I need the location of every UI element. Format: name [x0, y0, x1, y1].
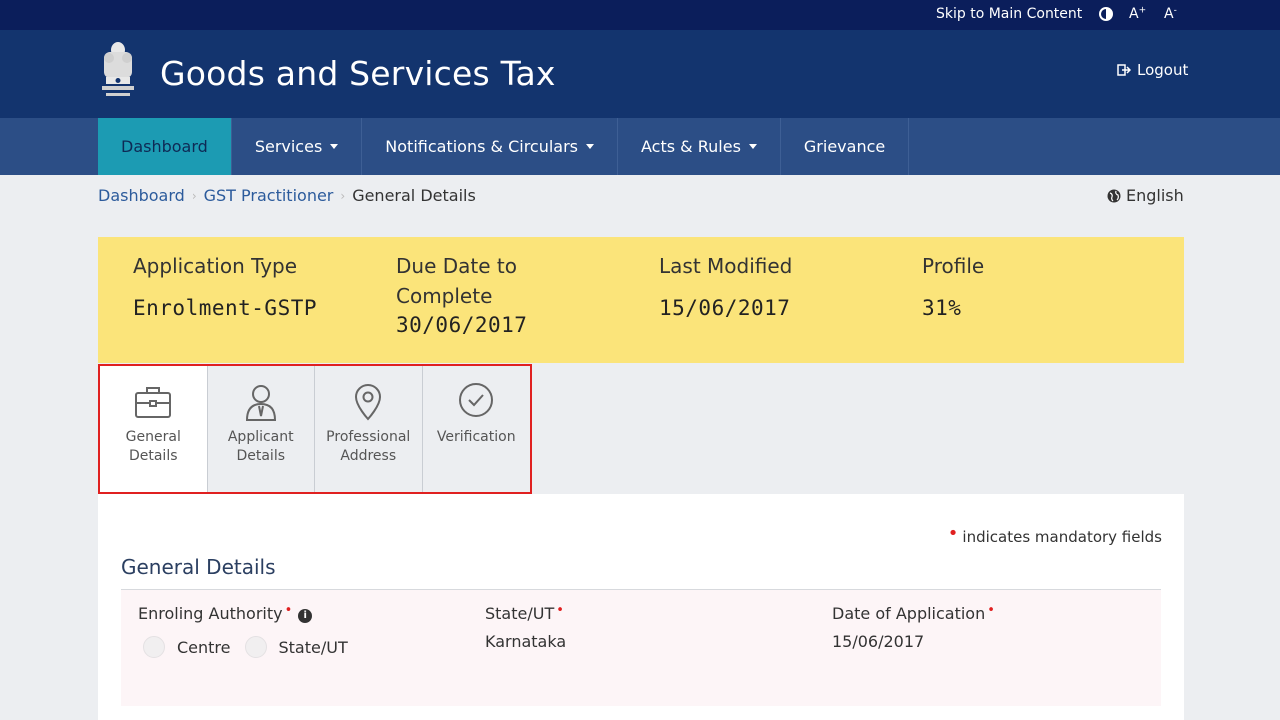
breadcrumb-gst-practitioner[interactable]: GST Practitioner	[204, 186, 334, 205]
location-pin-icon	[355, 384, 382, 421]
breadcrumb-current: General Details	[352, 186, 476, 205]
required-asterisk: •	[556, 603, 564, 618]
breadcrumb-separator: ›	[340, 188, 346, 203]
nav-dashboard-label: Dashboard	[121, 137, 208, 156]
radio-centre[interactable]	[143, 636, 165, 658]
logout-button[interactable]: Logout	[1117, 61, 1188, 79]
caret-down-icon	[586, 144, 595, 149]
required-asterisk: •	[987, 603, 995, 618]
form-panel: • indicates mandatory fields General Deta…	[98, 494, 1184, 720]
tab-label-line1: Professional	[326, 429, 411, 445]
due-date-label-line2: Complete	[396, 284, 493, 308]
font-decrease-button[interactable]: A-	[1164, 6, 1177, 22]
tab-applicant-details[interactable]: Applicant Details	[208, 366, 315, 492]
required-asterisk: •	[284, 603, 293, 618]
state-ut-label: State/UT •	[485, 603, 564, 623]
nav-services-label: Services	[254, 137, 323, 156]
nav-acts-rules[interactable]: Acts & Rules	[618, 118, 781, 175]
tab-label-line1: General	[125, 429, 181, 445]
due-date-label-line1: Due Date to	[396, 254, 517, 278]
breadcrumb-dashboard[interactable]: Dashboard	[98, 186, 185, 205]
due-date-value: 30/06/2017	[396, 313, 528, 337]
check-circle-icon	[459, 383, 494, 417]
profile-label: Profile	[922, 254, 985, 278]
info-icon[interactable]: i	[298, 609, 313, 623]
skip-to-main-content-link[interactable]: Skip to Main Content	[936, 6, 1082, 22]
nav-grievance-label: Grievance	[803, 137, 886, 156]
required-dot-icon: •	[947, 523, 959, 544]
application-tabs: General Details Applicant Details Profes…	[98, 364, 532, 494]
site-header: Goods and Services Tax Logout	[0, 30, 1280, 118]
nav-services[interactable]: Services	[232, 118, 363, 175]
logout-label: Logout	[1137, 61, 1189, 79]
mandatory-fields-note: • indicates mandatory fields	[947, 523, 1162, 547]
profile-value: 31%	[922, 296, 962, 320]
tab-verification[interactable]: Verification	[423, 366, 531, 492]
tab-label-line2: Details	[128, 448, 178, 464]
enroling-authority-label: Enroling Authority • i	[138, 603, 313, 624]
state-ut-value: Karnataka	[485, 632, 567, 651]
site-title: Goods and Services Tax	[160, 54, 556, 93]
application-type-block: Application Type Enrolment-GSTP	[133, 251, 317, 323]
language-label: English	[1126, 186, 1184, 205]
application-summary: Application Type Enrolment-GSTP Due Date…	[98, 237, 1184, 363]
radio-state-ut-label[interactable]: State/UT	[279, 638, 348, 657]
nav-acts-rules-label: Acts & Rules	[641, 137, 741, 156]
contrast-icon[interactable]	[1099, 7, 1113, 21]
date-of-application-label: Date of Application •	[832, 603, 995, 623]
last-modified-value: 15/06/2017	[659, 296, 791, 320]
caret-down-icon	[330, 144, 339, 149]
mandatory-note-text: indicates mandatory fields	[962, 528, 1162, 546]
breadcrumb: Dashboard › GST Practitioner › General D…	[98, 186, 476, 205]
caret-down-icon	[748, 144, 757, 149]
national-emblem-logo	[102, 42, 134, 96]
due-date-block: Due Date to Complete 30/06/2017	[396, 251, 527, 340]
date-of-application-text: Date of Application	[832, 604, 986, 623]
radio-centre-label[interactable]: Centre	[177, 638, 231, 657]
tab-label-line2: Details	[236, 448, 286, 464]
nav-grievance[interactable]: Grievance	[781, 118, 910, 175]
logout-icon	[1117, 64, 1131, 76]
briefcase-icon	[135, 387, 172, 418]
general-details-row: Enroling Authority • i Centre State/UT Sta…	[121, 590, 1161, 706]
enroling-authority-radio-group: Centre State/UT	[143, 636, 362, 658]
breadcrumb-separator: ›	[191, 188, 197, 203]
tab-label-line2: Address	[340, 448, 397, 464]
top-utility-bar: Skip to Main Content A+ A-	[0, 0, 1280, 30]
nav-notifications-label: Notifications & Circulars	[385, 137, 579, 156]
tab-general-details[interactable]: General Details	[100, 366, 208, 492]
enroling-authority-text: Enroling Authority	[138, 604, 283, 623]
nav-notifications-circulars[interactable]: Notifications & Circulars	[362, 118, 619, 175]
profile-block: Profile 31%	[922, 251, 984, 323]
tab-label-line1: Applicant	[227, 429, 294, 445]
main-navigation: Dashboard Services Notifications & Circu…	[0, 118, 1280, 175]
person-icon	[245, 385, 276, 421]
date-of-application-value: 15/06/2017	[832, 632, 925, 651]
application-type-value: Enrolment-GSTP	[133, 296, 318, 320]
state-ut-text: State/UT	[485, 604, 555, 623]
globe-icon	[1107, 189, 1121, 202]
nav-dashboard[interactable]: Dashboard	[98, 118, 232, 175]
radio-state-ut[interactable]	[244, 636, 267, 658]
font-increase-button[interactable]: A+	[1129, 6, 1146, 22]
tab-label-line1: Verification	[436, 429, 516, 445]
last-modified-label: Last Modified	[659, 254, 793, 278]
application-type-label: Application Type	[133, 254, 298, 278]
section-title: General Details	[121, 555, 276, 579]
language-selector[interactable]: English	[1107, 186, 1184, 205]
last-modified-block: Last Modified 15/06/2017	[659, 251, 792, 323]
tab-professional-address[interactable]: Professional Address	[315, 366, 423, 492]
